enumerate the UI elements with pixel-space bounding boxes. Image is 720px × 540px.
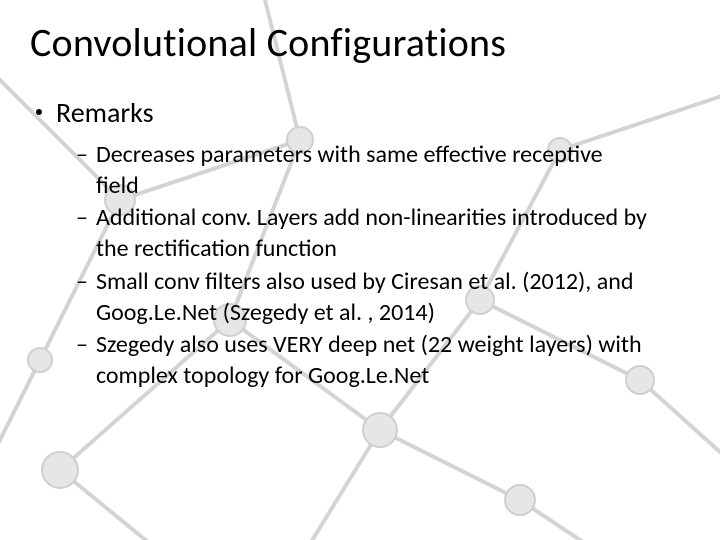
- slide-title: Convolutional Configurations: [30, 18, 690, 67]
- list-item-text: Decreases parameters with same effective…: [96, 140, 650, 201]
- slide: Convolutional Configurations Remarks – D…: [0, 0, 720, 540]
- list-item: – Small conv filters also used by Ciresa…: [76, 267, 650, 328]
- list-item: – Decreases parameters with same effecti…: [76, 140, 650, 201]
- bullet-dot-icon: [36, 109, 42, 115]
- dash-icon: –: [76, 267, 88, 298]
- list-item: – Additional conv. Layers add non-linear…: [76, 203, 650, 264]
- bullet-level1: Remarks: [36, 95, 690, 130]
- list-item-text: Small conv filters also used by Ciresan …: [96, 267, 650, 328]
- slide-content: Convolutional Configurations Remarks – D…: [0, 0, 720, 392]
- list-item: – Szegedy also uses VERY deep net (22 we…: [76, 330, 650, 391]
- list-item-text: Szegedy also uses VERY deep net (22 weig…: [96, 330, 650, 391]
- dash-icon: –: [76, 330, 88, 361]
- sub-bullet-list: – Decreases parameters with same effecti…: [76, 140, 650, 392]
- bullet-level1-label: Remarks: [56, 95, 154, 130]
- dash-icon: –: [76, 140, 88, 171]
- list-item-text: Additional conv. Layers add non-linearit…: [96, 203, 650, 264]
- dash-icon: –: [76, 203, 88, 234]
